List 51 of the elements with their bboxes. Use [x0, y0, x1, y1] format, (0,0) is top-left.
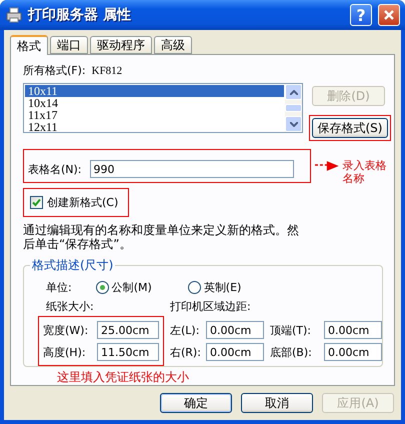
description-text: 通过编辑现有的名称和度量单位来定义新的格式。然后单击“保存格式”。: [23, 223, 300, 251]
input-field[interactable]: 0.00cm: [206, 321, 264, 339]
list-item[interactable]: 10x14: [25, 97, 284, 109]
tab[interactable]: 格式: [10, 35, 48, 55]
scrollbar[interactable]: [285, 84, 302, 132]
input-field[interactable]: 25.00cm: [97, 321, 159, 339]
radio-label[interactable]: 英制(E): [204, 280, 242, 295]
list-item[interactable]: 12x11: [25, 121, 284, 133]
tab[interactable]: 驱动程序: [90, 36, 152, 54]
radio-label[interactable]: 公制(M): [112, 280, 152, 295]
group-title: 格式描述(尺寸): [31, 257, 114, 274]
dialog-button[interactable]: 确定: [160, 393, 232, 413]
input-field[interactable]: 11.50cm: [97, 343, 159, 361]
close-icon: [383, 9, 395, 21]
arrow-icon: [315, 161, 339, 171]
input-field[interactable]: 0.00cm: [324, 321, 382, 339]
list-item[interactable]: 10x11: [25, 85, 284, 97]
window-title: 打印服务器 属性: [28, 6, 132, 24]
field-label: 宽度(W):: [43, 322, 90, 338]
field-label: 高度(H):: [43, 344, 87, 360]
units-label: 单位:: [46, 280, 72, 295]
field-label: 表格名(N):: [28, 162, 82, 176]
annotation-note: 录入表格名称: [342, 159, 388, 185]
tab[interactable]: 高级: [154, 36, 192, 54]
input-field[interactable]: 0.00cm: [324, 343, 382, 361]
printer-name: KF812: [92, 64, 122, 76]
scroll-down-icon[interactable]: [285, 116, 302, 132]
field-label: 左(L):: [170, 322, 200, 338]
printer-icon: [6, 7, 22, 23]
forms-label: 所有格式(F):: [23, 63, 86, 78]
forms-list[interactable]: 10x11 10x14 11x17 12x11: [23, 83, 303, 133]
close-button[interactable]: [378, 4, 400, 26]
field-label: 顶端(T):: [270, 322, 312, 338]
help-button[interactable]: ?: [350, 4, 372, 26]
list-item[interactable]: 11x17: [25, 109, 284, 121]
tab[interactable]: 端口: [50, 36, 88, 54]
annotation-note: 这里填入凭证纸张的大小: [57, 369, 190, 386]
field-label: 右(R):: [170, 344, 202, 360]
radio-button[interactable]: [188, 281, 201, 294]
checkbox-label[interactable]: 创建新格式(C): [47, 195, 118, 210]
input-field[interactable]: 990: [90, 160, 294, 178]
dialog-button[interactable]: 取消: [241, 393, 313, 413]
scroll-up-icon[interactable]: [285, 84, 302, 100]
section-label: 打印机区域边距:: [170, 299, 252, 314]
scroll-thumb[interactable]: [285, 104, 302, 112]
field-label: 底部(B):: [270, 344, 313, 360]
checkbox[interactable]: [30, 196, 43, 209]
form-button[interactable]: 保存格式(S): [312, 118, 388, 138]
input-field[interactable]: 0.00cm: [206, 343, 264, 361]
section-label: 纸张大小:: [46, 299, 95, 314]
radio-button[interactable]: [96, 281, 109, 294]
